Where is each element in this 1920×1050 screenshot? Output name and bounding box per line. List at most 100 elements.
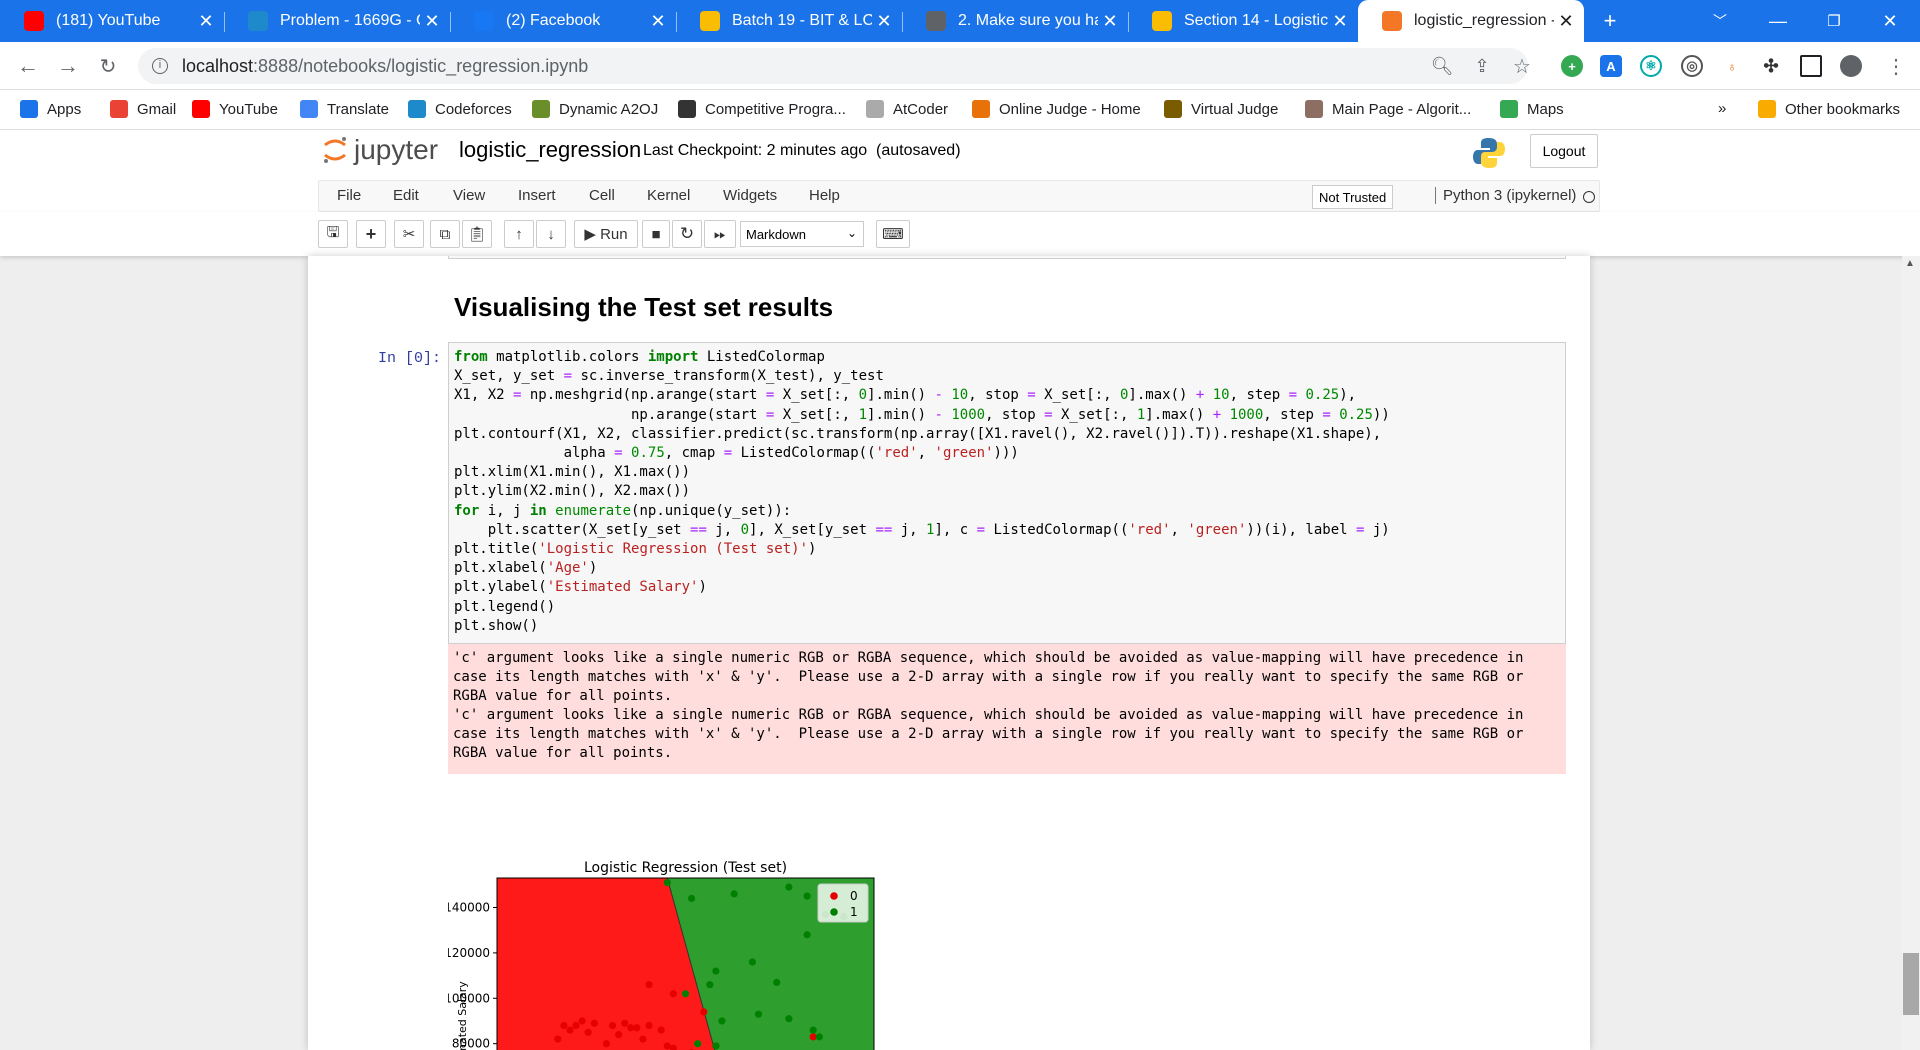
- restore-button[interactable]: ❐: [1806, 0, 1862, 42]
- browser-tab[interactable]: (2) Facebook ✕: [450, 0, 676, 42]
- scatter-point-class-0: [602, 1040, 611, 1048]
- move-down-icon[interactable]: ↓: [536, 220, 566, 248]
- side-panel-icon[interactable]: [1800, 55, 1822, 77]
- previous-cell-edge[interactable]: [448, 256, 1566, 259]
- interrupt-icon[interactable]: ■: [642, 220, 670, 248]
- output-chart: Logistic Regression (Test set) 140000 1200…: [448, 860, 875, 1050]
- bookmark-item[interactable]: Apps: [20, 100, 81, 118]
- copy-icon[interactable]: ⧉: [430, 220, 460, 248]
- cut-icon[interactable]: ✂: [394, 220, 424, 248]
- close-tab-icon[interactable]: ✕: [420, 11, 444, 32]
- tab-title: (2) Facebook: [506, 12, 601, 29]
- bookmark-star-icon[interactable]: ☆: [1506, 50, 1538, 82]
- bookmark-item[interactable]: Translate: [300, 100, 389, 118]
- python-logo-icon: [1473, 138, 1505, 168]
- cell-type-select[interactable]: Markdown ⌄: [740, 221, 864, 247]
- scatter-point-class-0: [608, 1021, 617, 1030]
- tab-search-chevron-icon[interactable]: ﹀: [1692, 0, 1748, 42]
- browser-tab[interactable]: Batch 19 - BIT & LCA ✕: [676, 0, 902, 42]
- save-icon[interactable]: 🖫: [318, 220, 348, 248]
- scatter-point-class-0: [633, 1024, 641, 1032]
- code-cell-input[interactable]: from matplotlib.colors import ListedColo…: [448, 342, 1566, 644]
- share-icon[interactable]: ⇪: [1466, 50, 1498, 82]
- browser-menu-icon[interactable]: ⋮: [1880, 50, 1912, 82]
- bookmark-label: AtCoder: [893, 100, 949, 118]
- bookmark-item[interactable]: Competitive Progra...: [678, 100, 846, 118]
- extension-translate-icon[interactable]: A: [1600, 55, 1622, 77]
- address-bar[interactable]: i localhost:8888/notebooks/logistic_regr…: [138, 48, 1528, 84]
- menu-kernel[interactable]: Kernel: [647, 187, 690, 204]
- close-tab-icon[interactable]: ✕: [194, 11, 218, 32]
- menu-file[interactable]: File: [337, 187, 361, 204]
- close-tab-icon[interactable]: ✕: [646, 11, 670, 32]
- info-icon[interactable]: i: [152, 58, 168, 74]
- bookmarks-overflow-button[interactable]: »: [1718, 100, 1726, 117]
- move-up-icon[interactable]: ↑: [504, 220, 534, 248]
- browser-tab[interactable]: Problem - 1669G - Co✕: [224, 0, 450, 42]
- zoom-icon[interactable]: 🔍︎: [1426, 50, 1458, 82]
- logout-button[interactable]: Logout: [1530, 134, 1598, 168]
- insert-cell-icon[interactable]: +: [356, 220, 386, 248]
- browser-tab[interactable]: logistic_regression - Ju✕: [1358, 0, 1584, 42]
- bookmark-item[interactable]: Online Judge - Home: [972, 100, 1141, 118]
- close-tab-icon[interactable]: ✕: [1328, 11, 1352, 32]
- gmail-icon: [110, 100, 128, 118]
- not-trusted-button[interactable]: Not Trusted: [1312, 185, 1394, 209]
- bookmark-item[interactable]: YouTube: [192, 100, 278, 118]
- cc-icon: [678, 100, 696, 118]
- jupyter-logo[interactable]: jupyter: [322, 134, 438, 166]
- menu-cell[interactable]: Cell: [589, 187, 615, 204]
- back-button[interactable]: ←: [12, 50, 44, 82]
- browser-tab[interactable]: (181) YouTube ✕: [0, 0, 224, 42]
- other-bookmarks-folder[interactable]: Other bookmarks: [1758, 100, 1900, 118]
- checkpoint-status: Last Checkpoint: 2 minutes ago (autosave…: [643, 142, 961, 160]
- menu-edit[interactable]: Edit: [393, 187, 419, 204]
- a2oj-icon: [532, 100, 550, 118]
- bookmark-item[interactable]: Gmail: [110, 100, 176, 118]
- browser-tab[interactable]: Section 14 - Logistic R✕: [1128, 0, 1358, 42]
- page-scrollbar[interactable]: [1902, 256, 1920, 1050]
- extension-circle-icon[interactable]: ◎: [1681, 55, 1703, 77]
- menu-widgets[interactable]: Widgets: [723, 187, 777, 204]
- kernel-name[interactable]: Python 3 (ipykernel): [1435, 187, 1576, 204]
- close-tab-icon[interactable]: ✕: [1098, 11, 1122, 32]
- bookmark-label: Main Page - Algorit...: [1332, 100, 1472, 118]
- menu-insert[interactable]: Insert: [518, 187, 556, 204]
- notebook-container: Visualising the Test set results In [0]:…: [308, 256, 1590, 1050]
- restart-run-all-icon[interactable]: ⏩︎: [704, 220, 736, 248]
- run-button[interactable]: ▶ Run: [574, 220, 638, 248]
- menu-help[interactable]: Help: [809, 187, 840, 204]
- menu-view[interactable]: View: [453, 187, 485, 204]
- bookmark-item[interactable]: Maps: [1500, 100, 1564, 118]
- bookmark-item[interactable]: Codeforces: [408, 100, 512, 118]
- bookmark-item[interactable]: AtCoder: [866, 100, 948, 118]
- bookmark-item[interactable]: Dynamic A2OJ: [532, 100, 658, 118]
- scrollbar-thumb[interactable]: [1903, 953, 1919, 1015]
- bookmark-item[interactable]: Main Page - Algorit...: [1305, 100, 1471, 118]
- extension-plus-icon[interactable]: +: [1561, 55, 1583, 77]
- new-tab-button[interactable]: +: [1582, 0, 1638, 42]
- extension-react-icon[interactable]: ⚛: [1640, 55, 1662, 77]
- close-window-button[interactable]: ✕: [1862, 0, 1918, 42]
- close-tab-icon[interactable]: ✕: [872, 11, 896, 32]
- profile-avatar[interactable]: [1840, 55, 1862, 77]
- forward-button[interactable]: →: [52, 50, 84, 82]
- scatter-point-class-1: [712, 967, 720, 975]
- close-tab-icon[interactable]: ✕: [1554, 11, 1578, 32]
- extensions-puzzle-icon[interactable]: ✣: [1760, 55, 1782, 77]
- bookmark-label: Translate: [327, 100, 389, 118]
- keyboard-icon[interactable]: ⌨: [876, 220, 910, 248]
- scroll-up-arrow-icon[interactable]: ▲: [1905, 258, 1915, 269]
- tab-title: 2. Make sure you have: [958, 12, 1098, 29]
- minimize-button[interactable]: —: [1750, 0, 1806, 42]
- paste-icon[interactable]: 📋︎: [462, 220, 492, 248]
- browser-tab[interactable]: 2. Make sure you have✕: [902, 0, 1128, 42]
- reload-button[interactable]: ↻: [92, 50, 124, 82]
- bookmark-item[interactable]: Virtual Judge: [1164, 100, 1278, 118]
- restart-icon[interactable]: ↻: [672, 220, 702, 248]
- scatter-point-class-0: [621, 1019, 629, 1027]
- notebook-name[interactable]: logistic_regression: [459, 137, 641, 163]
- scatter-point-class-0: [584, 1028, 592, 1036]
- scatter-point-class-1: [815, 1033, 823, 1041]
- extension-bulb-icon[interactable]: ♁: [1721, 55, 1743, 77]
